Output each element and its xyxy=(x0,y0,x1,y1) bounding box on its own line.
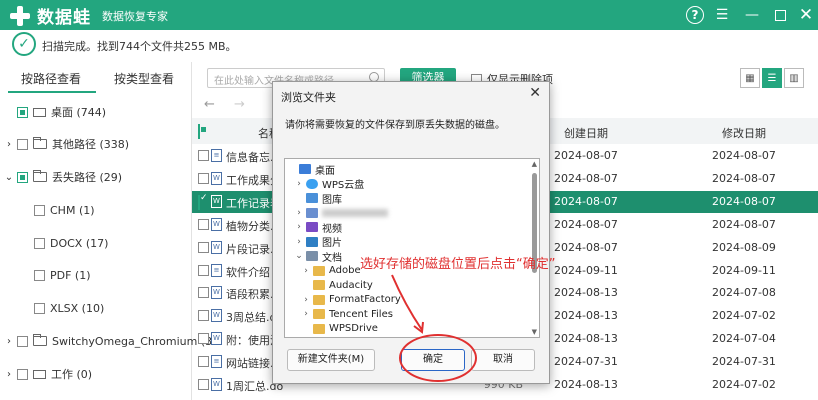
annotation-highlight-ellipse xyxy=(399,334,477,382)
annotation-arrow xyxy=(391,274,424,334)
